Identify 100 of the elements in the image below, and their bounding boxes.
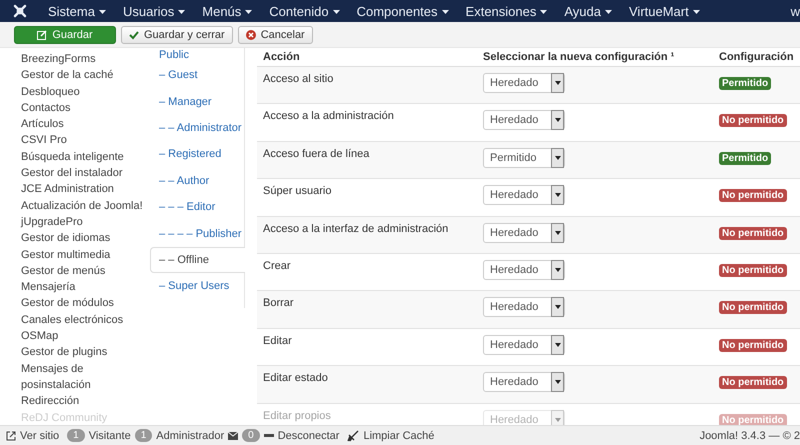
external-link-icon <box>6 430 16 440</box>
setting-dropdown[interactable]: Permitido <box>483 148 565 168</box>
count-badge: 1 <box>134 429 152 442</box>
caret-icon <box>692 10 700 14</box>
caret-icon <box>554 118 560 122</box>
setting-dropdown[interactable]: Heredado <box>483 334 565 355</box>
sidebar-item[interactable]: jUpgradePro <box>21 214 150 230</box>
sidebar-item[interactable]: Gestor de menús <box>21 262 150 280</box>
setting-dropdown[interactable]: Heredado <box>483 110 565 130</box>
group-tab[interactable]: – – Offline <box>150 246 245 274</box>
nav-menu[interactable]: VirtueMart <box>623 4 706 18</box>
sidebar-item[interactable]: Mensajes de posinstalación <box>21 360 150 394</box>
action-label: Acceso a la interfaz de administración <box>262 222 450 235</box>
column-header: Configuración <box>719 51 795 63</box>
group-tab[interactable]: – Registered <box>150 141 244 168</box>
action-label: Crear <box>262 260 292 272</box>
status-badge: No permitido <box>719 338 787 352</box>
column-header: Seleccionar la nueva configuración ¹ <box>483 51 676 63</box>
caret-icon <box>554 418 560 422</box>
setting-dropdown[interactable]: Heredado <box>483 222 565 243</box>
nav-menu[interactable]: Usuarios <box>116 4 192 18</box>
visitors-label: Visitante <box>88 430 131 442</box>
nav-menu[interactable]: Extensiones <box>460 4 554 18</box>
sidebar-item[interactable]: Búsqueda inteligente <box>21 148 150 166</box>
status-badge: No permitido <box>719 264 787 277</box>
group-tab[interactable]: – – – Editor <box>150 194 244 220</box>
status-badge: No permitido <box>719 226 787 240</box>
admins-label: Administrador <box>156 430 224 442</box>
sidebar-item[interactable]: Gestor del instalador <box>21 165 150 182</box>
sidebar-item[interactable]: Contactos <box>21 100 150 116</box>
toolbar-button[interactable]: Cancelar <box>238 26 313 44</box>
column-header: Acción <box>262 51 301 63</box>
nav-right-text: w <box>790 4 800 18</box>
status-badge: No permitido <box>719 114 787 128</box>
setting-dropdown[interactable]: Heredado <box>483 372 565 392</box>
group-tab[interactable]: Public <box>150 48 244 62</box>
caret-icon <box>554 193 560 198</box>
caret-icon <box>554 305 560 310</box>
sidebar-item[interactable]: BreezingForms <box>21 51 150 68</box>
group-tab[interactable]: – Super Users <box>150 273 244 300</box>
sidebar-item[interactable]: Gestor de idiomas <box>21 230 150 247</box>
sidebar-item[interactable]: OSMap <box>21 328 150 344</box>
caret-icon <box>98 10 106 14</box>
action-label: Editar propios <box>262 410 332 422</box>
setting-dropdown[interactable]: Heredado <box>483 73 565 93</box>
status-badge: Permitido <box>719 152 772 165</box>
setting-dropdown[interactable]: Heredado <box>483 297 565 318</box>
logout-link[interactable]: Desconectar <box>278 430 340 442</box>
setting-dropdown[interactable]: Heredado <box>483 185 565 206</box>
action-label: Acceso a la administración <box>262 110 395 122</box>
status-badge: No permitido <box>719 376 787 390</box>
sidebar-item[interactable]: Gestor de plugins <box>21 344 150 361</box>
status-badge: No permitido <box>719 301 787 314</box>
logo-icon[interactable] <box>12 3 28 19</box>
broom-icon <box>347 430 360 442</box>
caret-icon <box>554 81 560 85</box>
caret-icon <box>554 342 560 347</box>
toolbar-button[interactable]: Guardar <box>14 26 116 44</box>
clear-cache-link[interactable]: Limpiar Caché <box>347 430 434 442</box>
caret-icon <box>554 230 560 235</box>
view-site-link[interactable]: Ver sitio <box>6 430 60 442</box>
group-tab[interactable]: – – Administrator <box>150 114 244 142</box>
count-badge: 1 <box>67 429 85 442</box>
sidebar-item[interactable]: Gestor de la caché <box>21 67 150 84</box>
sidebar-item[interactable]: Gestor multimedia <box>21 246 150 263</box>
action-label: Borrar <box>262 297 295 310</box>
sidebar-item[interactable]: Canales electrónicos <box>21 312 150 328</box>
sidebar-item[interactable]: Desbloqueo <box>21 84 150 100</box>
sidebar-item[interactable]: Redirección <box>21 393 150 410</box>
setting-dropdown[interactable]: Heredado <box>483 260 565 280</box>
toolbar-button[interactable]: Guardar y cerrar <box>121 26 233 44</box>
sidebar-item[interactable]: Artículos <box>21 116 150 132</box>
action-label: Editar <box>262 334 293 347</box>
nav-menu[interactable]: Sistema <box>42 4 112 18</box>
action-label: Editar estado <box>262 372 329 384</box>
action-label: Súper usuario <box>262 185 332 198</box>
caret-icon <box>332 10 340 14</box>
caret-icon <box>605 10 612 14</box>
nav-menu[interactable]: Contenido <box>263 4 346 18</box>
edit-icon <box>37 30 48 40</box>
group-tab[interactable]: – Manager <box>150 88 244 115</box>
sidebar-item[interactable]: Mensajería <box>21 279 150 296</box>
sidebar-item[interactable]: Gestor de módulos <box>21 295 150 312</box>
group-tab[interactable]: – Guest <box>150 62 244 88</box>
caret-icon <box>554 268 560 272</box>
check-icon <box>129 30 139 40</box>
group-tab[interactable]: – – – – Publisher <box>150 220 244 247</box>
version-text: Joomla! 3.4.3 — © 2 <box>700 430 800 442</box>
action-label: Acceso al sitio <box>262 73 334 85</box>
nav-menu[interactable]: Componentes <box>350 4 455 18</box>
caret-icon <box>554 156 560 160</box>
caret-icon <box>245 10 252 14</box>
group-tab[interactable]: – – Author <box>150 168 244 194</box>
caret-icon <box>540 10 548 14</box>
sidebar-item[interactable]: CSVI Pro <box>21 132 150 149</box>
envelope-icon <box>228 432 238 440</box>
sidebar-item[interactable]: Actualización de Joomla! <box>21 198 150 214</box>
nav-menu[interactable]: Menús <box>196 4 258 18</box>
sidebar-item[interactable]: JCE Administration <box>21 181 150 198</box>
nav-menu[interactable]: Ayuda <box>558 4 618 18</box>
